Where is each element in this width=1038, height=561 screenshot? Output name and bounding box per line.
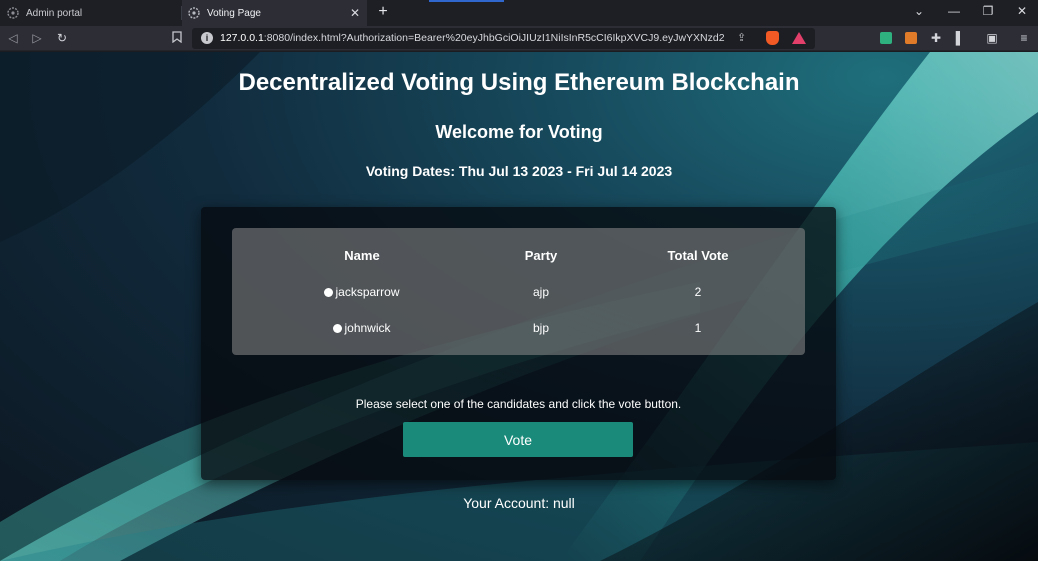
dapp-favicon-icon [188,7,200,19]
account-status: Your Account: null [463,495,575,511]
candidate-radio-button[interactable] [333,324,343,333]
browser-toolbar: ◁ ▷ ↻ i 127.0.0.1:8080/index.html?Author… [0,26,1038,51]
site-info-icon[interactable]: i [201,32,213,44]
share-icon[interactable]: ⇪ [737,31,746,44]
page-title: Decentralized Voting Using Ethereum Bloc… [238,69,800,96]
bookmark-icon[interactable] [170,31,184,46]
close-window-icon[interactable]: ✕ [1013,4,1031,18]
tab-label: Voting Page [207,7,261,19]
menu-icon[interactable]: ≡ [1017,31,1031,45]
tab-label: Admin portal [26,7,83,19]
tab-admin-portal[interactable]: Admin portal [0,0,182,26]
welcome-heading: Welcome for Voting [435,122,603,142]
wallet-icon[interactable]: ▣ [985,31,999,45]
restore-icon[interactable]: ❐ [979,4,997,18]
column-header-total-vote: Total Vote [667,248,729,263]
table-row-candidate-name[interactable]: johnwick [262,321,462,335]
close-tab-icon[interactable]: ✕ [348,6,362,20]
url-text[interactable]: 127.0.0.1:8080/index.html?Authorization=… [220,32,725,44]
extensions-puzzle-icon[interactable]: ✚ [929,31,943,45]
minimize-icon[interactable]: — [945,4,963,18]
browser-tab-bar: Admin portal Voting Page ✕ + ⌄ — ❐ ✕ [0,0,1038,26]
sidebar-icon[interactable]: ▌ [953,31,967,45]
column-header-name: Name [344,248,380,263]
brave-shields-icon[interactable] [766,31,779,45]
reload-icon[interactable]: ↻ [55,31,69,45]
instruction-text: Please select one of the candidates and … [355,397,682,411]
metamask-fox-icon[interactable] [905,32,917,44]
address-bar[interactable]: i 127.0.0.1:8080/index.html?Authorizatio… [192,28,815,49]
loading-indicator-bar [429,0,504,2]
candidate-radio-button[interactable] [324,288,334,297]
brave-rewards-icon[interactable] [792,32,806,44]
new-tab-icon[interactable]: + [374,3,392,21]
back-icon[interactable]: ◁ [6,31,20,45]
table-cell-votes: 1 [694,321,702,335]
candidates-table: Name Party Total Vote jacksparrow ajp 2 … [232,228,805,355]
tab-voting-page[interactable]: Voting Page ✕ [182,0,367,26]
table-row-candidate-name[interactable]: jacksparrow [262,285,462,299]
voting-page: Decentralized Voting Using Ethereum Bloc… [0,52,1038,561]
voting-panel: Name Party Total Vote jacksparrow ajp 2 … [201,207,836,480]
extension-icon[interactable] [880,32,892,44]
voting-dates: Voting Dates: Thu Jul 13 2023 - Fri Jul … [365,163,673,179]
forward-icon[interactable]: ▷ [30,31,44,45]
dapp-favicon-icon [7,7,19,19]
vote-button[interactable]: Vote [403,422,633,457]
table-cell-votes: 2 [694,285,702,299]
tab-search-chevron-icon[interactable]: ⌄ [910,4,928,18]
